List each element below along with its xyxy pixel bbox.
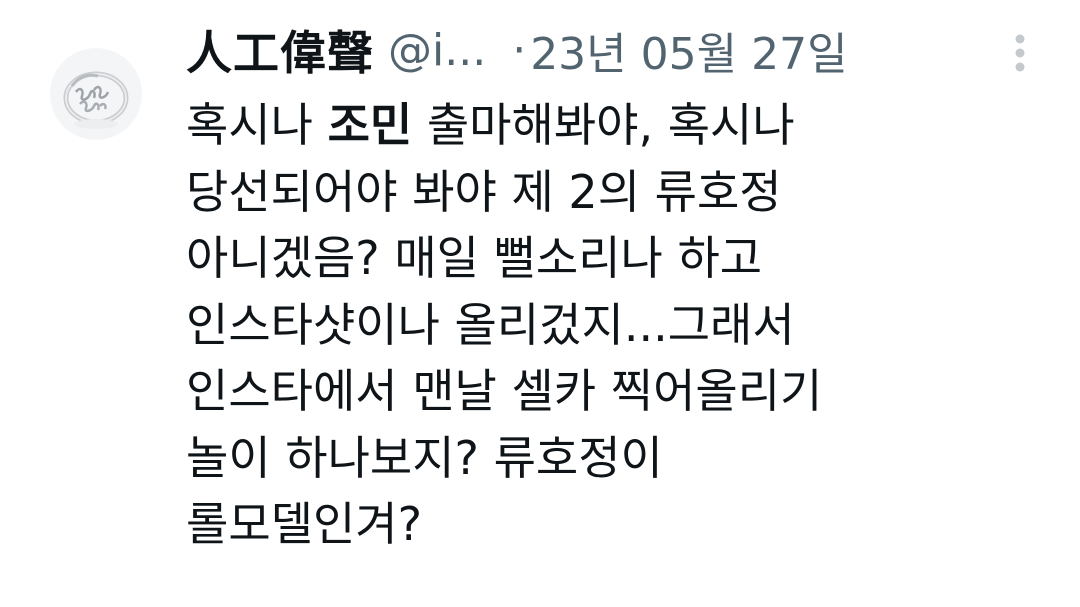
tweet-date[interactable]: 23년 05월 27일 (530, 18, 847, 82)
tweet-line: 혹시나 조민 출마해봐야, 혹시나 (186, 92, 1066, 159)
separator-dot: · (512, 24, 527, 76)
display-name[interactable]: 人工偉聲 (186, 17, 374, 83)
tweet-line: 아니겠음? 매일 뻘소리나 하고 (186, 231, 763, 285)
tweet-text-segment: 혹시나 (186, 98, 328, 152)
more-options-button[interactable] (1000, 30, 1040, 76)
tweet-line: 인스타샷이나 올리겄지...그래서 (186, 297, 795, 352)
tweet-text-segment: 출마해봐야, 혹시나 (412, 98, 795, 152)
tweet[interactable]: 人工偉聲 @i... · 23년 05월 27일 혹시나 조민 출마해봐야, 혹… (0, 0, 1080, 607)
user-handle[interactable]: @i... (388, 25, 486, 76)
tweet-line: 놀이 하나보지? 류호정이 (186, 430, 663, 485)
more-vertical-icon (1015, 34, 1025, 72)
avatar[interactable] (50, 48, 142, 140)
tweet-line: 인스타에서 맨날 셀카 찍어올리기 (186, 364, 823, 418)
tweet-line: 롤모델인겨? (186, 497, 423, 551)
tweet-header: 人工偉聲 @i... · 23년 05월 27일 (186, 18, 848, 82)
tweet-line: 당선되어야 봐야 제 2의 류호정 (186, 164, 782, 219)
bold-name: 조민 (327, 98, 413, 152)
ring-avatar-icon (63, 71, 129, 129)
tweet-text: 혹시나 조민 출마해봐야, 혹시나 당선되어야 봐야 제 2의 류호정 아니겠음… (186, 92, 1066, 558)
